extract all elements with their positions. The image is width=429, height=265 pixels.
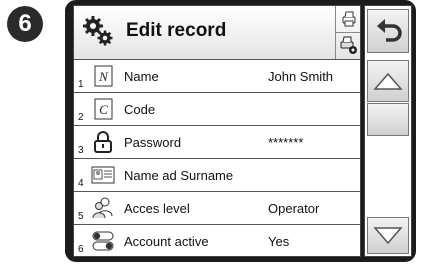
print-icon	[342, 11, 355, 27]
row-number: 5	[78, 211, 84, 222]
print-settings-icon	[340, 36, 357, 54]
page-title: Edit record	[126, 20, 227, 41]
row-number: 1	[78, 79, 84, 90]
record-row-code[interactable]: 2 C Code	[74, 93, 360, 126]
print-button[interactable]	[336, 6, 360, 33]
record-row-account-active[interactable]: 6 Account active Yes	[74, 225, 360, 256]
page: 6 Edit record 1 N Name John Smith 2 C Co…	[0, 0, 429, 265]
svg-text:C: C	[99, 102, 108, 117]
scroll-down-button[interactable]	[367, 217, 409, 254]
row-label: Code	[124, 102, 156, 117]
record-row-password[interactable]: 3 Password *******	[74, 126, 360, 159]
users-icon	[92, 197, 113, 219]
edit-record-screen: Edit record 1 N Name John Smith 2 C Code…	[73, 5, 361, 257]
back-button[interactable]	[367, 9, 409, 53]
back-icon	[377, 19, 402, 42]
row-label: Name ad Surname	[124, 168, 234, 183]
toggle-icon	[92, 231, 114, 251]
row-number: 3	[78, 145, 84, 156]
row-value: *******	[268, 135, 304, 150]
name-icon: N	[94, 65, 113, 87]
header-bar: Edit record	[74, 6, 360, 60]
row-number: 6	[78, 244, 84, 255]
row-number: 2	[78, 112, 84, 123]
row-label: Acces level	[124, 201, 190, 216]
row-label: Password	[124, 135, 182, 150]
scroll-up-button[interactable]	[367, 60, 409, 102]
row-value: Operator	[268, 201, 320, 216]
svg-text:N: N	[98, 69, 109, 84]
row-label: Name	[124, 69, 159, 84]
record-row-name-surname[interactable]: 4 Name ad Surname	[74, 159, 360, 192]
sidebar	[364, 5, 412, 257]
row-value: John Smith	[268, 69, 334, 84]
row-label: Account active	[124, 234, 209, 249]
lock-icon	[94, 131, 112, 153]
print-settings-button[interactable]	[336, 33, 360, 59]
row-number: 4	[78, 178, 84, 189]
scroll-up-icon	[373, 72, 403, 90]
header-tools	[335, 6, 360, 59]
scroll-down-icon	[373, 226, 403, 244]
record-row-name[interactable]: 1 N Name John Smith	[74, 60, 360, 93]
blank-button[interactable]	[367, 103, 409, 136]
row-value: Yes	[268, 234, 290, 249]
gears-icon	[83, 16, 113, 46]
code-icon: C	[94, 98, 113, 120]
step-number-badge: 6	[7, 6, 43, 42]
id-card-icon	[91, 166, 115, 184]
record-row-access-level[interactable]: 5 Acces level Operator	[74, 192, 360, 225]
